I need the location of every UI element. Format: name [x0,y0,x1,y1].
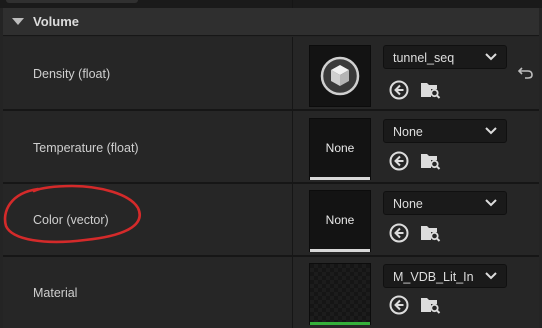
asset-picker-material[interactable]: M_VDB_Lit_In [383,264,507,288]
property-row-temperature: Temperature (float) None None [3,111,539,184]
asset-picker-value: None [393,125,423,139]
browse-folder-search-icon[interactable] [419,150,441,172]
asset-picker-value: None [393,197,423,211]
browse-folder-search-icon[interactable] [419,294,441,316]
asset-picker-temperature[interactable]: None [383,119,507,143]
asset-picker-color[interactable]: None [383,191,507,215]
use-selected-arrow-left-icon[interactable] [388,79,410,101]
volume-section-header[interactable]: Volume [3,8,539,36]
column-divider [292,111,293,182]
use-selected-arrow-left-icon[interactable] [388,222,410,244]
property-row-material: Material M_VDB_Lit_In [3,257,539,328]
column-divider [292,184,293,255]
use-selected-arrow-left-icon[interactable] [388,150,410,172]
asset-thumbnail-material[interactable] [309,263,371,325]
column-divider [292,257,293,328]
property-row-density: Density (float) tunnel_seq [3,37,539,111]
asset-picker-value: tunnel_seq [393,51,455,65]
property-label-density: Density (float) [33,67,111,81]
sphere-cube-asset-icon [320,56,360,96]
asset-picker-density[interactable]: tunnel_seq [383,45,507,69]
chevron-down-icon [485,199,497,207]
browse-folder-search-icon[interactable] [419,79,441,101]
label-cell: Density (float) [3,37,292,109]
chevron-down-icon [485,127,497,135]
details-panel: Volume Density (float) tunnel_seq Temper… [0,0,542,328]
section-title: Volume [33,14,79,29]
use-selected-arrow-left-icon[interactable] [388,294,410,316]
thumbnail-underline [310,177,370,180]
column-divider [292,0,293,8]
collapse-arrow-icon[interactable] [12,18,24,25]
previous-field[interactable] [6,0,138,3]
thumbnail-none-text: None [325,141,355,155]
reset-arrow-icon[interactable] [517,65,535,81]
property-label-material: Material [33,286,78,300]
asset-thumbnail-color[interactable]: None [309,190,371,252]
browse-folder-search-icon[interactable] [419,222,441,244]
asset-thumbnail-temperature[interactable]: None [309,118,371,180]
column-divider [292,37,293,109]
chevron-down-icon [485,53,497,61]
thumbnail-underline [310,249,370,252]
chevron-down-icon [485,272,497,280]
thumbnail-underline-material [310,322,370,325]
property-row-color: Color (vector) None None [3,184,539,257]
label-cell: Color (vector) [3,184,292,255]
property-label-color: Color (vector) [33,213,109,227]
asset-thumbnail-density[interactable] [309,45,371,107]
asset-picker-value: M_VDB_Lit_In [393,270,474,284]
label-cell: Temperature (float) [3,111,292,182]
label-cell: Material [3,257,292,328]
previous-row-strip [0,0,542,8]
property-label-temperature: Temperature (float) [33,141,139,155]
thumbnail-none-text: None [325,213,355,227]
